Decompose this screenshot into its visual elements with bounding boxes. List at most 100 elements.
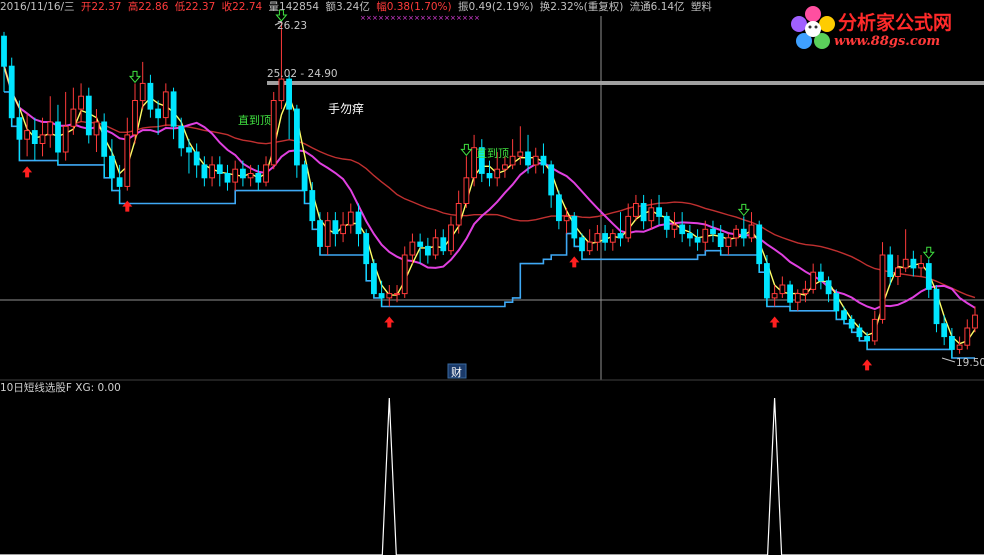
candle-30 <box>232 160 239 191</box>
sell-arrow-icon <box>737 203 750 217</box>
candle-body <box>1 35 7 67</box>
low-price-label: 19.50 <box>956 357 984 369</box>
candle-body <box>771 293 778 299</box>
candle-body <box>648 207 655 222</box>
sell-arrow-icon <box>128 70 142 84</box>
finance-badge[interactable]: 财 <box>447 363 467 379</box>
candle-body <box>247 173 254 179</box>
candle-36 <box>278 22 285 110</box>
logo-url: www.88gs.com <box>834 34 941 49</box>
candle-body <box>579 237 585 252</box>
candle-86 <box>663 212 670 238</box>
candle-body <box>633 203 639 217</box>
candle-23 <box>178 117 185 157</box>
candle-body <box>340 224 347 235</box>
candle-body <box>925 263 932 290</box>
candle-38 <box>294 104 300 178</box>
candle-body <box>694 237 701 243</box>
candle-body <box>609 233 616 243</box>
candle-body <box>972 314 978 329</box>
candle-29 <box>224 164 231 191</box>
candle-19 <box>147 74 154 118</box>
float-cap-value: 流通6.14亿 <box>629 1 685 13</box>
candle-21 <box>162 83 169 127</box>
candle-body <box>810 271 817 290</box>
candle-40 <box>309 182 316 230</box>
candle-12 <box>93 109 100 153</box>
candle-body <box>193 151 200 166</box>
candle-87 <box>671 212 678 238</box>
candlestick-series <box>1 22 978 358</box>
candle-body <box>486 173 493 179</box>
candle-body <box>895 267 901 277</box>
candle-body <box>70 108 77 127</box>
candle-16 <box>124 117 131 191</box>
candle-body <box>548 164 555 196</box>
candle-body <box>47 121 54 136</box>
candle-body <box>386 293 393 299</box>
indicator-title: 10日短线选股F <box>0 382 72 394</box>
candle-body <box>787 284 794 303</box>
candle-body <box>378 293 385 299</box>
candle-body <box>825 280 832 295</box>
candle-75 <box>579 233 585 260</box>
indicator-xg: XG: 0.00 <box>75 382 121 394</box>
candle-body <box>155 108 161 119</box>
candle-body <box>371 263 377 295</box>
amount-value: 额3.24亿 <box>325 1 370 13</box>
candle-89 <box>687 224 693 247</box>
candle-body <box>864 336 871 342</box>
candle-body <box>463 177 470 205</box>
candle-101 <box>779 276 786 298</box>
candle-body <box>848 318 855 329</box>
candle-body <box>394 293 400 296</box>
price-band-bar <box>267 81 984 85</box>
candle-126 <box>972 306 978 333</box>
candle-body <box>679 224 686 235</box>
candle-125 <box>964 319 971 350</box>
candle-body <box>956 344 963 350</box>
candle-42 <box>324 212 331 256</box>
candle-33 <box>255 164 262 191</box>
candle-106 <box>818 263 824 290</box>
candle-47 <box>363 229 370 281</box>
candle-108 <box>833 289 840 320</box>
low-value: 低22.37 <box>174 1 216 13</box>
candle-56 <box>432 229 439 260</box>
candle-4 <box>31 117 38 161</box>
candle-body <box>409 241 416 256</box>
candle-body <box>355 211 362 235</box>
candle-body <box>571 215 578 239</box>
candle-body <box>255 173 262 183</box>
candle-58 <box>448 216 454 256</box>
top-label-b: 直到顶 <box>476 146 509 160</box>
candle-body <box>16 117 23 140</box>
candle-body <box>663 215 670 230</box>
candle-35 <box>270 91 277 170</box>
candle-28 <box>216 156 223 187</box>
candle-94 <box>725 233 732 256</box>
candle-body <box>270 100 277 166</box>
signal-arrows: × × × × × × × × × × × × × × × × × × × × <box>22 9 935 371</box>
candle-body <box>525 151 531 166</box>
buy-arrow-icon <box>862 359 873 371</box>
indicator-header: 10日短线选股F XG: 0.00 <box>0 380 121 395</box>
candle-body <box>201 164 208 179</box>
candle-body <box>856 327 863 338</box>
candle-body <box>733 228 740 239</box>
candle-119 <box>918 255 925 277</box>
sector-value: 塑料 <box>690 1 712 13</box>
candle-88 <box>679 212 686 243</box>
candle-1 <box>8 57 15 127</box>
candle-body <box>586 241 593 252</box>
chart-grid <box>0 16 984 381</box>
finance-badge-text: 财 <box>451 365 462 379</box>
candle-body <box>317 220 323 247</box>
candle-5 <box>39 117 46 157</box>
candle-body <box>710 228 716 235</box>
top-label-a: 直到顶 <box>238 113 271 127</box>
candle-13 <box>101 113 108 178</box>
candle-body <box>779 284 786 295</box>
candle-44 <box>340 212 347 243</box>
candle-body <box>910 258 917 269</box>
